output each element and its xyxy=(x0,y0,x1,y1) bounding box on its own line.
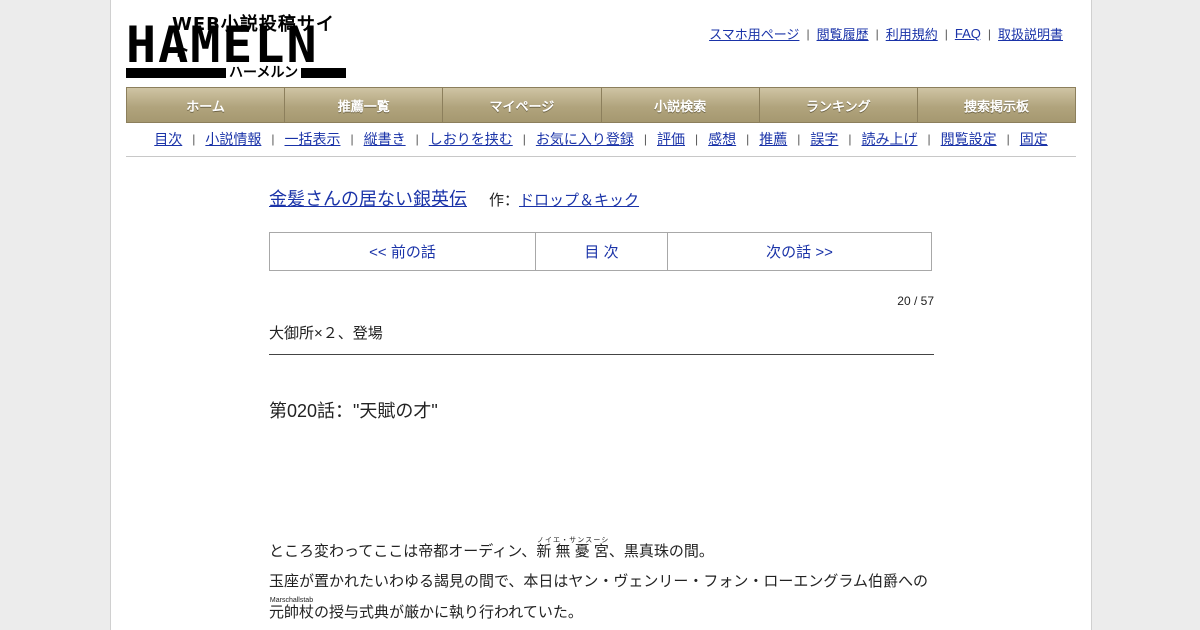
toc-link[interactable]: 目 次 xyxy=(536,233,668,270)
main-nav-button-item-5[interactable]: 捜索掲示板 xyxy=(917,88,1076,122)
body-text-span: ところ変わってここは帝都オーディン、 xyxy=(269,543,537,560)
novel-title-link[interactable]: 金髪さんの居ない銀英伝 xyxy=(269,185,467,211)
body-paragraph: 玉座が置かれたいわゆる謁見の間で、本日はヤン・ヴェンリー・フォン・ローエングラム… xyxy=(269,573,928,590)
main-nav-button-item-0[interactable]: ホーム xyxy=(127,88,286,122)
link-separator: | xyxy=(987,26,991,41)
main-nav-button-item-4[interactable]: ランキング xyxy=(759,88,918,122)
header-link-item-3[interactable]: FAQ xyxy=(955,26,981,41)
body-paragraph: ところ変わってここは帝都オーディン、新 無 憂 宮ノイエ・サンスーシ、黒真珠の間… xyxy=(269,537,939,567)
link-separator: | xyxy=(350,132,354,146)
header-link-item-0[interactable]: スマホ用ページ xyxy=(709,24,799,43)
site-logo[interactable]: WEB小説投稿サイト HAMELN ハーメルン xyxy=(126,10,346,81)
novel-content: 金髪さんの居ない銀英伝 作：ドロップ＆キック << 前の話 目 次 次の話 >>… xyxy=(269,185,934,621)
link-separator: | xyxy=(927,132,931,146)
link-separator: | xyxy=(192,132,196,146)
header-link-item-4[interactable]: 取扱説明書 xyxy=(998,24,1063,43)
sub-nav-link-item-7[interactable]: 感想 xyxy=(708,128,736,150)
link-separator: | xyxy=(522,132,526,146)
sub-nav-link-item-12[interactable]: 固定 xyxy=(1020,128,1048,150)
logo-kana: ハーメルン xyxy=(226,63,302,81)
ruby-reading: ノイエ・サンスーシ xyxy=(536,537,609,544)
link-separator: | xyxy=(875,26,879,41)
chapter-divider xyxy=(269,354,934,355)
main-nav-button-item-2[interactable]: マイページ xyxy=(443,88,602,122)
link-separator: | xyxy=(1006,132,1010,146)
sub-nav-link-item-8[interactable]: 推薦 xyxy=(759,128,787,150)
body-text-span: 、黒真珠の間。 xyxy=(608,543,714,560)
author-prefix: 作： xyxy=(489,192,520,209)
header-links: スマホ用ページ | 閲覧履歴 | 利用規約 | FAQ | 取扱説明書 xyxy=(709,24,1063,43)
link-separator: | xyxy=(695,132,699,146)
sub-nav-link-item-0[interactable]: 目次 xyxy=(154,128,182,150)
ruby-base: 元帥杖 xyxy=(269,604,315,621)
ruby-text: 新 無 憂 宮ノイエ・サンスーシ xyxy=(536,537,609,560)
sub-nav-link-item-2[interactable]: 一括表示 xyxy=(285,128,341,150)
sub-nav-link-item-4[interactable]: しおりを挟む xyxy=(429,128,513,150)
body-paragraph: 元帥杖Marschallstabの授与式典が厳かに執り行われていた。 xyxy=(269,597,939,628)
author-link[interactable]: ドロップ＆キック xyxy=(519,192,639,209)
main-nav: ホーム 推薦一覧 マイページ 小説検索 ランキング 捜索掲示板 xyxy=(126,87,1076,123)
prev-episode-link[interactable]: << 前の話 xyxy=(270,233,536,270)
sub-nav-link-item-11[interactable]: 閲覧設定 xyxy=(941,128,997,150)
sub-nav-link-item-3[interactable]: 縦書き xyxy=(364,128,406,150)
page-container: WEB小説投稿サイト HAMELN ハーメルン スマホ用ページ | 閲覧履歴 | 利用規… xyxy=(110,0,1092,630)
episode-title: 第020話："天賦の才" xyxy=(269,401,438,421)
novel-sub-nav: 目次 | 小説情報 | 一括表示 | 縦書き | しおりを挟む | お気に入り登録 | 評価 | 感想 | 推薦… xyxy=(126,128,1076,157)
body-text-span: の授与式典が厳かに執り行われていた。 xyxy=(314,604,583,621)
novel-header: 金髪さんの居ない銀英伝 作：ドロップ＆キック xyxy=(269,185,934,211)
next-episode-link[interactable]: 次の話 >> xyxy=(668,233,931,270)
novel-body: ところ変わってここは帝都オーディン、新 無 憂 宮ノイエ・サンスーシ、黒真珠の間… xyxy=(269,537,939,628)
sub-nav-link-item-1[interactable]: 小説情報 xyxy=(205,128,261,150)
episode-pager: << 前の話 目 次 次の話 >> xyxy=(269,232,932,271)
link-separator: | xyxy=(806,26,810,41)
main-nav-button-item-3[interactable]: 小説検索 xyxy=(601,88,760,122)
header-link-item-1[interactable]: 閲覧履歴 xyxy=(817,24,869,43)
link-separator: | xyxy=(944,26,948,41)
link-separator: | xyxy=(848,132,852,146)
sub-nav-link-item-9[interactable]: 誤字 xyxy=(810,128,838,150)
link-separator: | xyxy=(271,132,275,146)
main-nav-button-item-1[interactable]: 推薦一覧 xyxy=(285,88,444,122)
author-line: 作：ドロップ＆キック xyxy=(489,189,639,210)
chapter-group-title: 大御所×２、登場 xyxy=(269,325,383,342)
episode-counter: 20 / 57 xyxy=(897,294,934,308)
link-separator: | xyxy=(643,132,647,146)
header-link-item-2[interactable]: 利用規約 xyxy=(886,24,938,43)
link-separator: | xyxy=(415,132,419,146)
sub-nav-link-item-5[interactable]: お気に入り登録 xyxy=(536,128,634,150)
link-separator: | xyxy=(746,132,750,146)
link-separator: | xyxy=(797,132,801,146)
ruby-base: 新 無 憂 宮 xyxy=(536,543,609,560)
sub-nav-link-item-10[interactable]: 読み上げ xyxy=(862,128,918,150)
ruby-text: 元帥杖Marschallstab xyxy=(269,597,315,621)
ruby-reading: Marschallstab xyxy=(269,597,314,604)
sub-nav-link-item-6[interactable]: 評価 xyxy=(657,128,685,150)
